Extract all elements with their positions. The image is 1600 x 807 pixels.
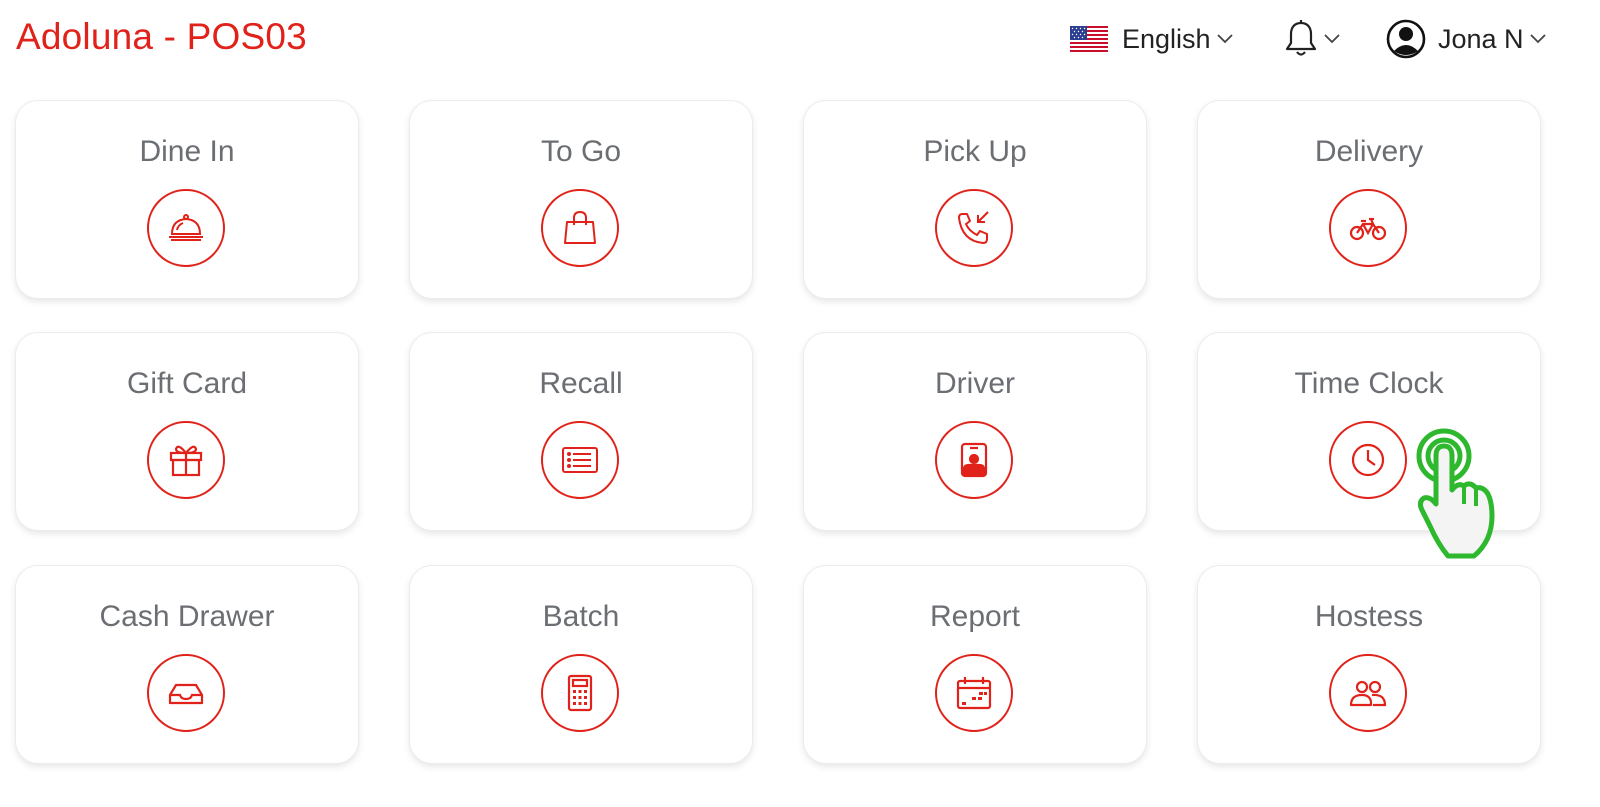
tile-cash-drawer[interactable]: Cash Drawer: [16, 566, 358, 763]
tile-icon-circle: [541, 189, 619, 267]
user-name: Jona N: [1438, 23, 1524, 54]
tile-icon-circle: [1329, 189, 1407, 267]
tile-label: Cash Drawer: [99, 600, 275, 633]
tile-to-go[interactable]: To Go: [410, 101, 752, 298]
language-label: English: [1122, 23, 1211, 54]
tile-icon-circle: [935, 654, 1013, 732]
tile-icon-circle: [541, 654, 619, 732]
bell-icon: [1285, 20, 1317, 56]
receipt-list-icon: [562, 447, 598, 473]
incoming-call-icon: [958, 211, 989, 244]
tile-label: Delivery: [1314, 135, 1424, 168]
shopping-bag-icon: [564, 210, 596, 244]
us-flag-icon: [1070, 26, 1108, 52]
inbox-tray-icon: [168, 683, 204, 705]
tile-driver[interactable]: Driver: [804, 333, 1146, 530]
tile-label: Report: [929, 600, 1021, 633]
tile-icon-circle: [935, 189, 1013, 267]
tile-label: Batch: [542, 600, 620, 633]
tile-batch[interactable]: Batch: [410, 566, 752, 763]
user-menu[interactable]: Jona N: [1386, 18, 1546, 60]
bicycle-icon: [1349, 217, 1387, 241]
chevron-down-icon: [1324, 34, 1340, 44]
gift-icon: [169, 445, 203, 477]
tile-dine-in[interactable]: Dine In: [16, 101, 358, 298]
tile-icon-circle: [147, 421, 225, 499]
tile-icon-circle: [147, 654, 225, 732]
calendar-icon: [956, 677, 992, 710]
tile-label: To Go: [540, 135, 622, 168]
tile-label: Time Clock: [1294, 367, 1444, 400]
people-icon: [1349, 680, 1387, 707]
user-circle-icon: [1386, 19, 1426, 59]
tile-label: Hostess: [1314, 600, 1424, 633]
cloche-icon: [169, 214, 203, 241]
app-title: Adoluna - POS03: [16, 16, 307, 57]
tile-delivery[interactable]: Delivery: [1198, 101, 1540, 298]
chevron-down-icon: [1529, 34, 1546, 44]
tile-icon-circle: [935, 421, 1013, 499]
tile-label: Driver: [935, 367, 1015, 400]
tile-hostess[interactable]: Hostess: [1198, 566, 1540, 763]
tile-report[interactable]: Report: [804, 566, 1146, 763]
tile-icon-circle: [1329, 654, 1407, 732]
tile-icon-circle: [147, 189, 225, 267]
notifications-button[interactable]: [1284, 18, 1340, 60]
id-badge-icon: [960, 442, 988, 478]
language-selector[interactable]: English: [1070, 18, 1233, 60]
top-bar: Adoluna - POS03 English Jona N: [0, 0, 1600, 80]
tile-label: Pick Up: [923, 135, 1027, 168]
calculator-icon: [567, 674, 593, 712]
clock-icon: [1351, 443, 1385, 477]
tile-gift-card[interactable]: Gift Card: [16, 333, 358, 530]
tile-label: Gift Card: [126, 367, 248, 400]
tile-icon-circle: [1329, 421, 1407, 499]
tile-label: Dine In: [139, 135, 235, 168]
tile-recall[interactable]: Recall: [410, 333, 752, 530]
tile-pick-up[interactable]: Pick Up: [804, 101, 1146, 298]
tile-icon-circle: [541, 421, 619, 499]
tile-label: Recall: [539, 367, 623, 400]
tile-time-clock[interactable]: Time Clock: [1198, 333, 1540, 530]
chevron-down-icon: [1216, 34, 1233, 44]
